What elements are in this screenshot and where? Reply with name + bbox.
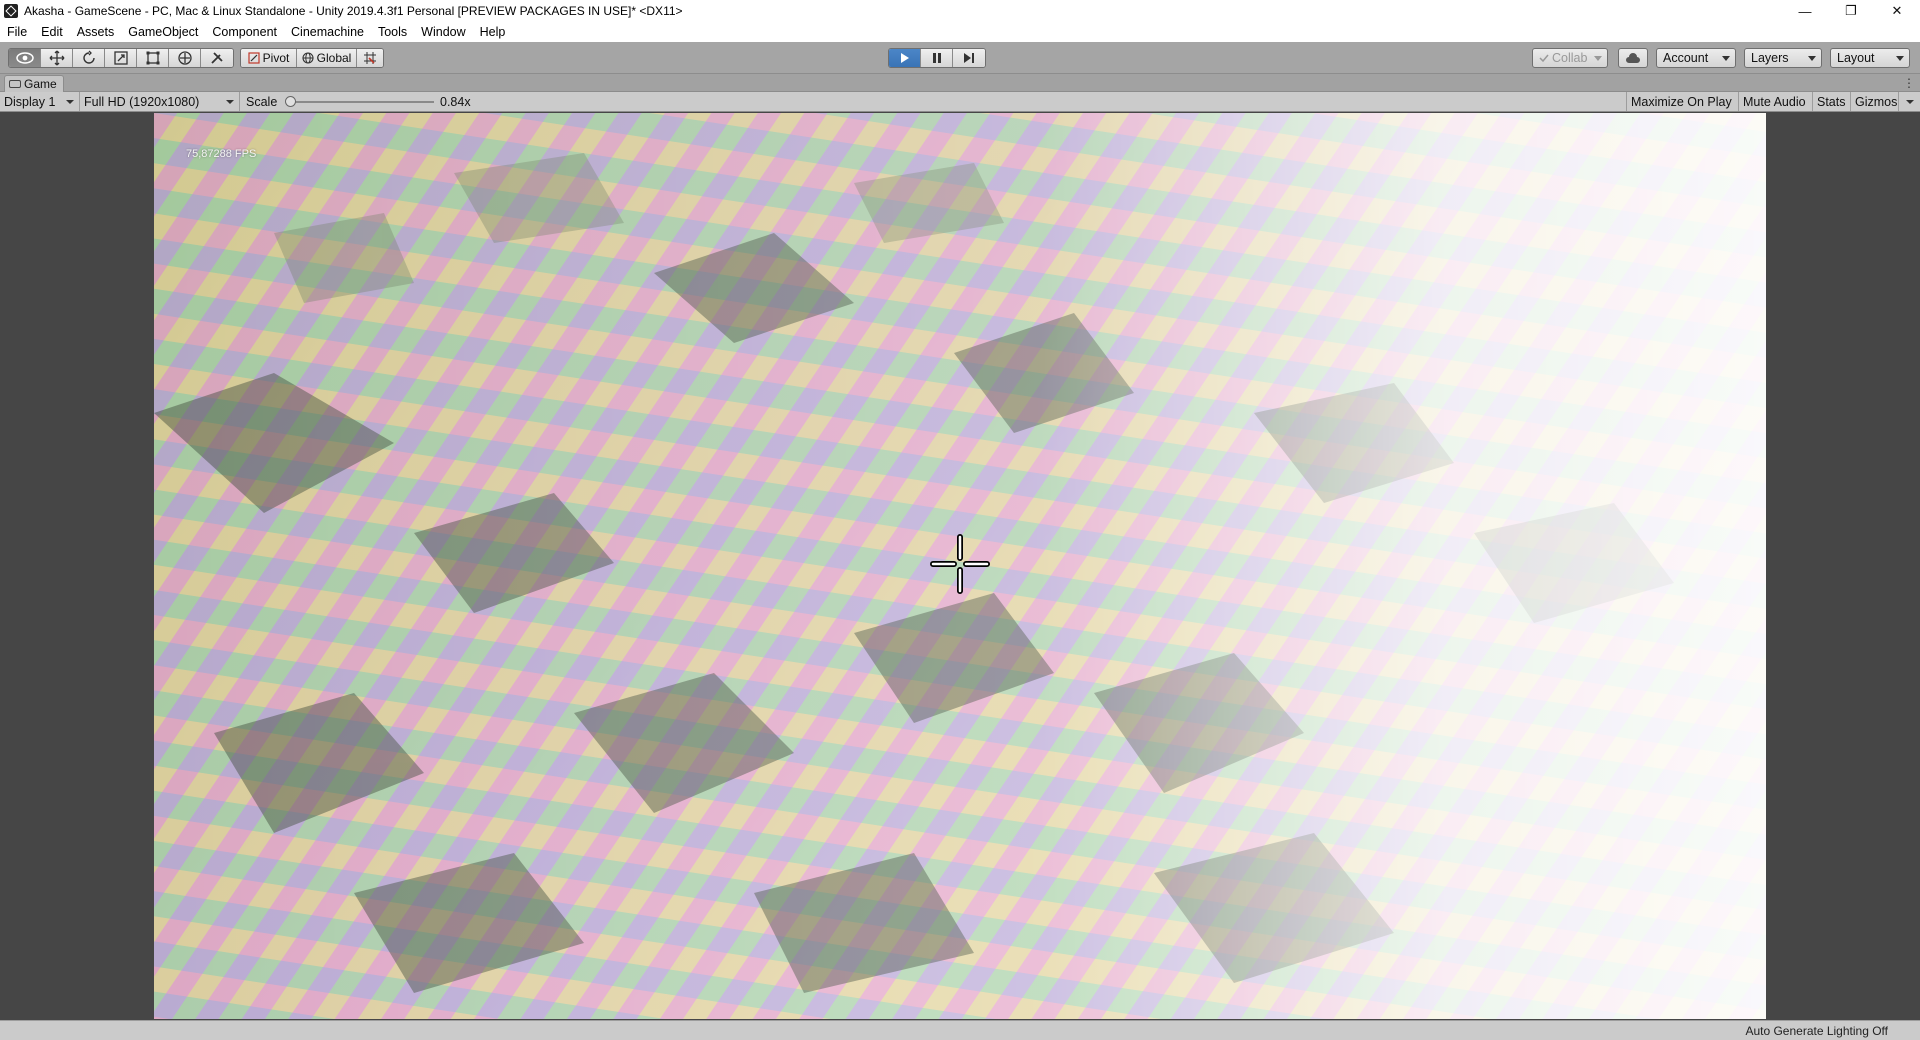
menu-assets[interactable]: Assets: [70, 25, 122, 39]
window-controls: — ❐ ✕: [1782, 0, 1920, 22]
combined-transform-icon: [177, 51, 192, 65]
account-dropdown[interactable]: Account: [1656, 48, 1736, 68]
rect-transform-icon: [146, 51, 159, 65]
rotate-icon: [82, 50, 95, 64]
eye-icon: [15, 52, 34, 64]
display-label: Display 1: [4, 94, 56, 109]
play-icon: [900, 53, 909, 63]
global-toggle[interactable]: Global: [297, 49, 357, 67]
tab-game[interactable]: Game: [4, 75, 64, 92]
pivot-toggle[interactable]: Pivot: [241, 49, 297, 67]
resolution-label: Full HD (1920x1080): [84, 94, 200, 109]
layers-label: Layers: [1751, 51, 1789, 65]
play-controls: [888, 48, 986, 68]
chevron-down-icon: [1896, 56, 1904, 61]
layout-dropdown[interactable]: Layout: [1830, 48, 1910, 68]
collab-check-icon: [1539, 54, 1549, 63]
scale-slider-thumb[interactable]: [284, 96, 296, 107]
menu-edit[interactable]: Edit: [34, 25, 70, 39]
close-button[interactable]: ✕: [1874, 0, 1920, 22]
gizmos-toggle[interactable]: Gizmos: [1850, 92, 1901, 111]
display-dropdown[interactable]: Display 1: [0, 92, 80, 111]
collab-dropdown[interactable]: Collab: [1532, 48, 1608, 68]
chevron-down-icon: [1808, 56, 1816, 61]
cloud-icon: [1626, 52, 1640, 63]
move-arrows-icon: [49, 50, 64, 66]
layers-dropdown[interactable]: Layers: [1744, 48, 1822, 68]
custom-tool-button[interactable]: [201, 49, 233, 67]
menu-bar: File Edit Assets GameObject Component Ci…: [0, 22, 1920, 42]
tab-game-label: Game: [24, 77, 57, 91]
stats-toggle[interactable]: Stats: [1812, 92, 1850, 111]
cloud-button[interactable]: [1618, 48, 1648, 68]
scale-label: Scale: [246, 94, 278, 109]
chevron-down-icon: [1905, 99, 1914, 104]
pause-button[interactable]: [921, 49, 953, 67]
chevron-down-icon: [1594, 56, 1602, 61]
lighting-status[interactable]: Auto Generate Lighting Off: [1745, 1024, 1888, 1038]
grid-snap-button[interactable]: [357, 49, 383, 67]
gizmos-dropdown-arrow[interactable]: [1898, 92, 1920, 111]
crosshair-icon: [930, 534, 990, 594]
chevron-down-icon: [226, 100, 234, 104]
scale-tool-button[interactable]: [105, 49, 137, 67]
menu-gameobject[interactable]: GameObject: [121, 25, 205, 39]
pause-icon: [932, 53, 941, 63]
chevron-down-icon: [1722, 56, 1730, 61]
scale-slider-track[interactable]: [290, 101, 434, 103]
grid-snap-icon: [364, 52, 376, 64]
tab-strip: Game ⋮: [0, 74, 1920, 92]
menu-file[interactable]: File: [0, 25, 34, 39]
step-button[interactable]: [953, 49, 985, 67]
title-bar: Akasha - GameScene - PC, Mac & Linux Sta…: [0, 0, 1920, 22]
restore-button[interactable]: ❐: [1828, 0, 1874, 22]
maximize-on-play-toggle[interactable]: Maximize On Play: [1626, 92, 1736, 111]
gamepad-icon: [9, 80, 21, 88]
pivot-controls: Pivot Global: [240, 48, 384, 68]
window-title: Akasha - GameScene - PC, Mac & Linux Sta…: [24, 4, 683, 18]
scale-value: 0.84x: [440, 94, 471, 109]
main-toolbar: Pivot Global Collab Account Layers Layou…: [0, 42, 1920, 74]
step-icon: [964, 53, 974, 63]
menu-component[interactable]: Component: [205, 25, 284, 39]
transform-tool-button[interactable]: [169, 49, 201, 67]
unity-logo-icon: [4, 4, 18, 18]
wrench-icon: [211, 52, 223, 64]
rotate-tool-button[interactable]: [73, 49, 105, 67]
scale-icon: [113, 51, 128, 65]
resolution-dropdown[interactable]: Full HD (1920x1080): [80, 92, 240, 111]
collab-label: Collab: [1552, 51, 1588, 65]
transform-tools: [8, 48, 234, 68]
menu-help[interactable]: Help: [473, 25, 513, 39]
chevron-down-icon: [66, 100, 74, 104]
menu-cinemachine[interactable]: Cinemachine: [284, 25, 371, 39]
game-view-toolbar: Display 1 Full HD (1920x1080) Scale 0.84…: [0, 92, 1920, 112]
view-tool-button[interactable]: [9, 49, 41, 67]
global-label: Global: [316, 51, 352, 65]
pivot-label: Pivot: [262, 51, 290, 65]
globe-icon: [302, 52, 314, 64]
mute-audio-toggle[interactable]: Mute Audio: [1738, 92, 1810, 111]
account-label: Account: [1663, 51, 1709, 65]
minimize-button[interactable]: —: [1782, 0, 1828, 22]
fps-counter: 75,87288 FPS: [186, 148, 257, 160]
menu-tools[interactable]: Tools: [371, 25, 414, 39]
kebab-menu-icon[interactable]: ⋮: [1903, 76, 1915, 90]
menu-window[interactable]: Window: [414, 25, 472, 39]
game-viewport[interactable]: 75,87288 FPS: [154, 113, 1766, 1019]
layout-label: Layout: [1837, 51, 1875, 65]
rect-tool-button[interactable]: [137, 49, 169, 67]
pivot-icon: [248, 52, 260, 64]
status-bar: Auto Generate Lighting Off: [0, 1020, 1920, 1040]
move-tool-button[interactable]: [41, 49, 73, 67]
play-button[interactable]: [889, 49, 921, 67]
